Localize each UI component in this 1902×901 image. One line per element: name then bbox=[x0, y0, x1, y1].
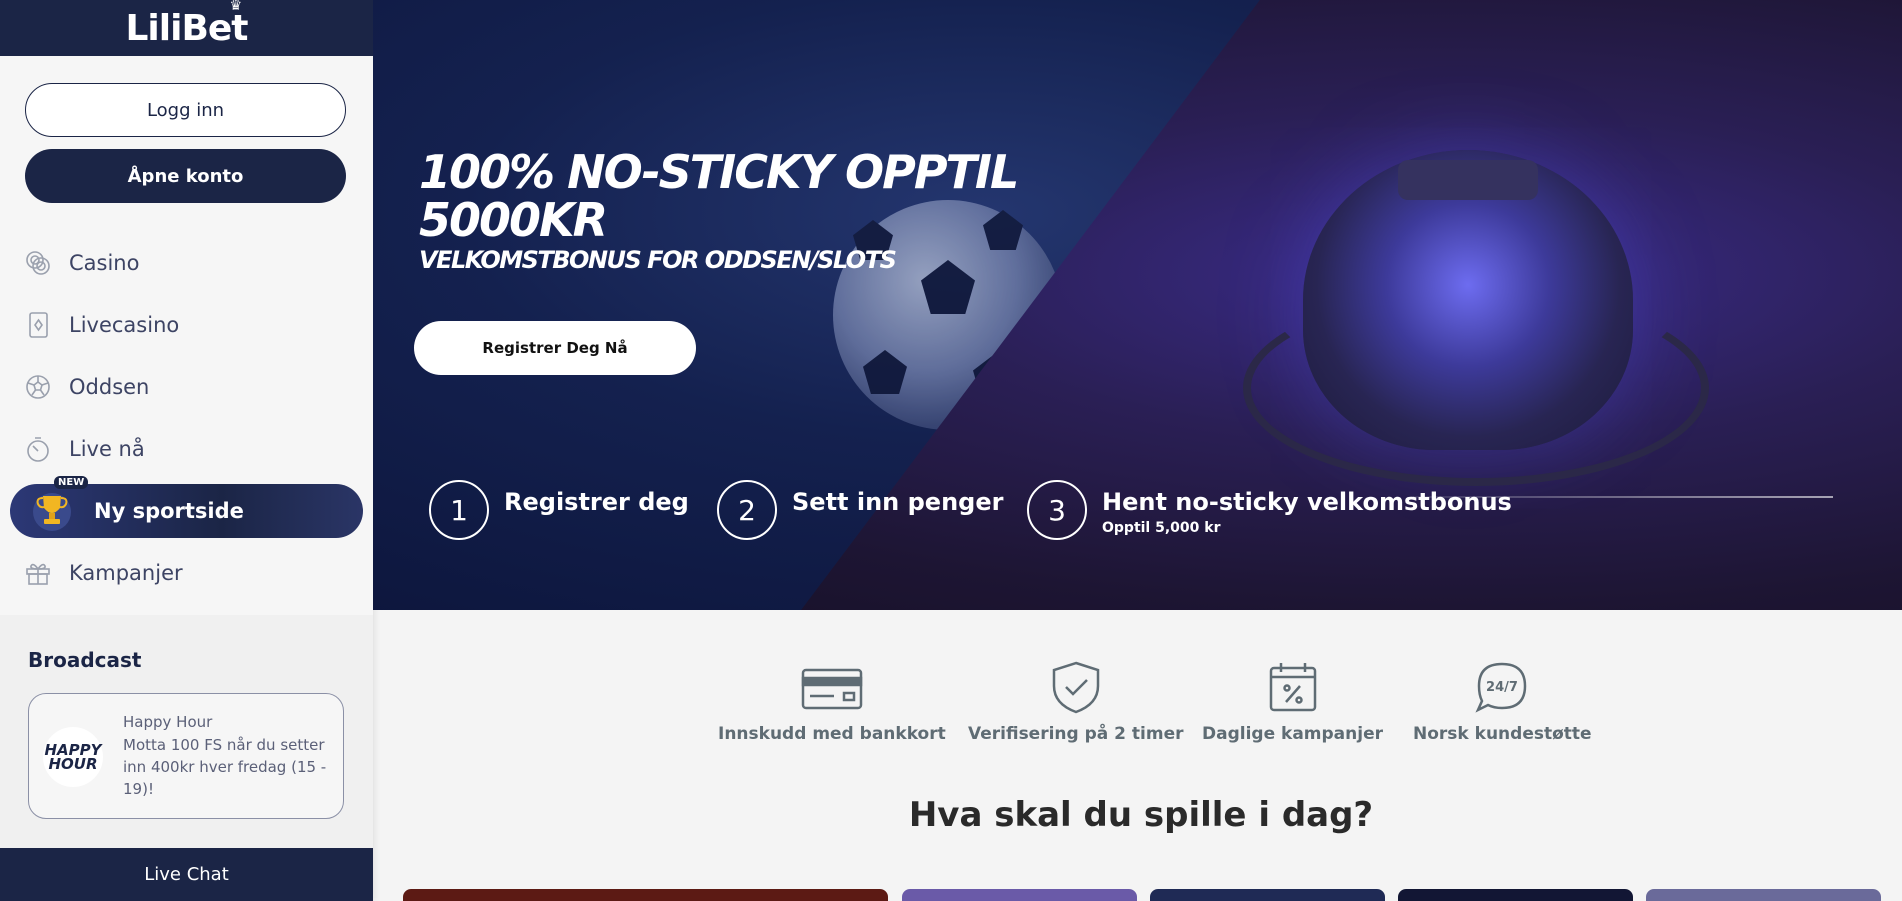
step-number: 3 bbox=[1027, 480, 1087, 540]
feature-label: Daglige kampanjer bbox=[1202, 724, 1383, 744]
login-button[interactable]: Logg inn bbox=[25, 83, 346, 137]
step-number: 1 bbox=[429, 480, 489, 540]
features-row: Innskudd med bankkort Verifisering på 2 … bbox=[373, 660, 1902, 760]
feature-norwegian-support: 24/7 Norsk kundestøtte bbox=[1413, 660, 1592, 744]
logo-text: LiliBet bbox=[125, 7, 248, 49]
step-label: Sett inn penger bbox=[792, 488, 1004, 516]
trophy-icon bbox=[33, 493, 71, 531]
broadcast-card[interactable]: HAPPY HOUR Happy Hour Motta 100 FS når d… bbox=[28, 693, 344, 819]
open-account-button[interactable]: Åpne konto bbox=[25, 149, 346, 203]
game-tile[interactable] bbox=[1150, 889, 1385, 901]
game-tiles-row bbox=[373, 889, 1902, 901]
game-tile[interactable] bbox=[403, 889, 888, 901]
sidebar-item-casino[interactable]: Casino bbox=[0, 232, 373, 294]
step-3: 3 Hent no-sticky velkomstbonus Opptil 5,… bbox=[1027, 480, 1512, 540]
chat-24-7-icon: 24/7 bbox=[1475, 662, 1527, 713]
feature-daily-campaigns: Daglige kampanjer bbox=[1202, 660, 1383, 744]
shield-check-icon bbox=[1052, 661, 1099, 714]
logo-bar: LiliBet ♛ bbox=[0, 0, 373, 56]
sidebar-item-label: Livecasino bbox=[69, 313, 180, 337]
sidebar-item-kampanjer[interactable]: Kampanjer bbox=[0, 542, 373, 604]
sidebar-item-oddsen[interactable]: Oddsen bbox=[0, 356, 373, 418]
step-sublabel: Opptil 5,000 kr bbox=[1102, 520, 1221, 536]
signup-steps: 1 Registrer deg 2 Sett inn penger 3 Hent… bbox=[429, 480, 1829, 550]
chips-icon bbox=[24, 249, 52, 277]
game-tile[interactable] bbox=[1398, 889, 1633, 901]
svg-text:24/7: 24/7 bbox=[1486, 680, 1518, 695]
feature-label: Innskudd med bankkort bbox=[718, 724, 946, 744]
hero-title: 100% NO-STICKY OPPTIL 5000KR bbox=[419, 145, 1019, 247]
section-title: Hva skal du spille i dag? bbox=[908, 795, 1374, 835]
broadcast-panel: Broadcast HAPPY HOUR Happy Hour Motta 10… bbox=[0, 615, 373, 848]
crown-icon: ♛ bbox=[229, 0, 242, 14]
sidebar-nav: Casino Livecasino Oddsen Live nå NEW Ny … bbox=[0, 232, 373, 604]
logo[interactable]: LiliBet ♛ bbox=[125, 0, 248, 49]
happy-hour-logo: HAPPY HOUR bbox=[43, 727, 103, 787]
broadcast-title: Broadcast bbox=[28, 648, 142, 672]
live-chat-button[interactable]: Live Chat bbox=[0, 848, 373, 901]
game-tile[interactable] bbox=[902, 889, 1137, 901]
stopwatch-icon bbox=[24, 435, 52, 463]
credit-card-icon bbox=[801, 668, 863, 710]
step-label: Registrer deg bbox=[504, 488, 689, 516]
step-number: 2 bbox=[717, 480, 777, 540]
football-icon bbox=[24, 373, 52, 401]
broadcast-card-text: Motta 100 FS når du setter inn 400kr hve… bbox=[123, 736, 327, 798]
sidebar-item-label: Kampanjer bbox=[69, 561, 183, 585]
sidebar-item-label: Live nå bbox=[69, 437, 145, 461]
step-2: 2 Sett inn penger bbox=[717, 480, 1003, 540]
sidebar-item-new-sports[interactable]: NEW Ny sportside bbox=[10, 476, 363, 538]
feature-label: Norsk kundestøtte bbox=[1413, 724, 1592, 744]
feature-bank-card: Innskudd med bankkort bbox=[718, 660, 946, 744]
sidebar-item-livecasino[interactable]: Livecasino bbox=[0, 294, 373, 356]
feature-label: Verifisering på 2 timer bbox=[968, 724, 1184, 744]
card-icon bbox=[24, 311, 52, 339]
broadcast-card-title: Happy Hour bbox=[123, 713, 213, 731]
register-now-button[interactable]: Registrer Deg Nå bbox=[414, 321, 696, 375]
feature-verification: Verifisering på 2 timer bbox=[968, 660, 1184, 744]
sidebar-item-label: Ny sportside bbox=[94, 499, 244, 523]
gift-icon bbox=[24, 559, 52, 587]
sidebar-item-label: Casino bbox=[69, 251, 140, 275]
sidebar-item-label: Oddsen bbox=[69, 375, 150, 399]
calendar-percent-icon bbox=[1269, 663, 1316, 712]
hero-banner: 100% NO-STICKY OPPTIL 5000KR VELKOMSTBON… bbox=[373, 0, 1902, 610]
step-1: 1 Registrer deg bbox=[429, 480, 689, 540]
sci-fi-pod-image bbox=[1243, 150, 1709, 486]
game-tile[interactable] bbox=[1646, 889, 1881, 901]
sidebar: LiliBet ♛ Logg inn Åpne konto Casino Live… bbox=[0, 0, 373, 901]
step-label: Hent no-sticky velkomstbonus bbox=[1102, 488, 1512, 516]
sidebar-item-live-na[interactable]: Live nå bbox=[0, 418, 373, 480]
hero-subtitle: VELKOMSTBONUS FOR ODDSEN/SLOTS bbox=[419, 246, 897, 274]
new-badge: NEW bbox=[54, 476, 89, 489]
